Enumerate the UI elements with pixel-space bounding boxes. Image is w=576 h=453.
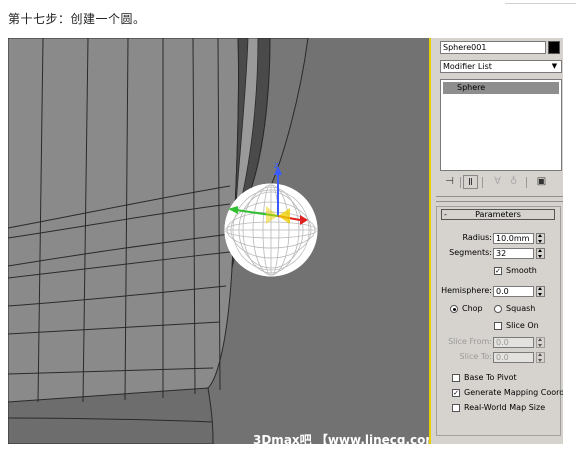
toolbar-separator	[482, 177, 483, 188]
chop-label: Chop	[462, 304, 483, 313]
slice-to-spinner[interactable]	[536, 352, 545, 363]
squash-radio[interactable]	[494, 305, 502, 313]
show-end-result-icon[interactable]: Ⅱ	[463, 175, 478, 189]
make-unique-icon[interactable]: ∀	[490, 175, 505, 189]
radius-spinner[interactable]	[536, 233, 545, 244]
step-caption: 第十七步：创建一个圆。	[8, 12, 146, 26]
smooth-label: Smooth	[506, 266, 537, 275]
segments-spinner[interactable]	[536, 248, 545, 259]
divider	[436, 196, 563, 197]
pin-stack-icon[interactable]: ⊣	[442, 175, 457, 189]
radius-field[interactable]: 10.0mm	[493, 233, 534, 244]
max-screenshot: z 3Dmax吧 【www.linecg.com/tieba/1771】 Sph…	[8, 38, 563, 444]
watermark: 3Dmax吧 【www.linecg.com/tieba/1771】	[253, 433, 429, 444]
rollout-title: Parameters	[475, 210, 521, 219]
hemisphere-field[interactable]: 0.0	[493, 286, 534, 297]
base-to-pivot-label: Base To Pivot	[464, 373, 517, 382]
toolbar-separator	[526, 177, 527, 188]
hemisphere-spinner[interactable]	[536, 286, 545, 297]
modifier-list-label: Modifier List	[443, 62, 492, 71]
modifier-stack[interactable]: Sphere	[440, 79, 562, 171]
slice-from-spinner[interactable]	[536, 337, 545, 348]
object-name-field[interactable]: Sphere001	[440, 41, 546, 54]
divider	[436, 201, 563, 202]
remove-modifier-icon[interactable]: ♁	[506, 175, 521, 189]
slice-from-label: Slice From:	[448, 337, 492, 346]
configure-modifier-sets-icon[interactable]: ▣	[534, 175, 549, 189]
base-to-pivot-checkbox[interactable]	[452, 374, 460, 382]
slice-from-field[interactable]: 0.0	[493, 337, 534, 348]
segments-field[interactable]: 32	[493, 248, 534, 259]
modifier-list-dropdown[interactable]: Modifier List ▼	[440, 60, 562, 73]
squash-label: Squash	[506, 304, 536, 313]
generate-mapping-label: Generate Mapping Coords	[464, 388, 563, 397]
chevron-down-icon: ▼	[551, 62, 558, 70]
collapse-icon: -	[444, 210, 447, 219]
command-panel: Sphere001 Modifier List ▼ Sphere ⊣ Ⅱ ∀ ♁…	[432, 38, 563, 444]
real-world-label: Real-World Map Size	[464, 403, 546, 412]
smooth-checkbox[interactable]: ✓	[494, 267, 502, 275]
generate-mapping-checkbox[interactable]: ✓	[452, 389, 460, 397]
sphere-object	[224, 183, 318, 277]
slice-on-label: Slice On	[506, 321, 539, 330]
viewport-scene	[8, 38, 318, 444]
segments-label: Segments:	[449, 248, 492, 257]
gizmo-z-label: z	[274, 161, 279, 171]
radius-label: Radius:	[462, 233, 492, 242]
slice-to-field[interactable]: 0.0	[493, 352, 534, 363]
parameters-rollout-header[interactable]: - Parameters	[441, 209, 555, 220]
toolbar-separator	[460, 177, 461, 188]
hemisphere-label: Hemisphere:	[441, 286, 492, 295]
stack-toolbar: ⊣ Ⅱ ∀ ♁ ▣	[440, 175, 562, 191]
real-world-checkbox[interactable]	[452, 404, 460, 412]
top-divider	[505, 0, 576, 4]
slice-on-checkbox[interactable]	[494, 322, 502, 330]
object-color-swatch[interactable]	[548, 41, 560, 54]
chop-radio[interactable]	[450, 305, 458, 313]
active-viewport-border	[429, 38, 431, 444]
slice-to-label: Slice To:	[459, 352, 492, 361]
perspective-viewport[interactable]: z 3Dmax吧 【www.linecg.com/tieba/1771】	[8, 38, 429, 444]
stack-item-sphere[interactable]: Sphere	[443, 82, 559, 94]
